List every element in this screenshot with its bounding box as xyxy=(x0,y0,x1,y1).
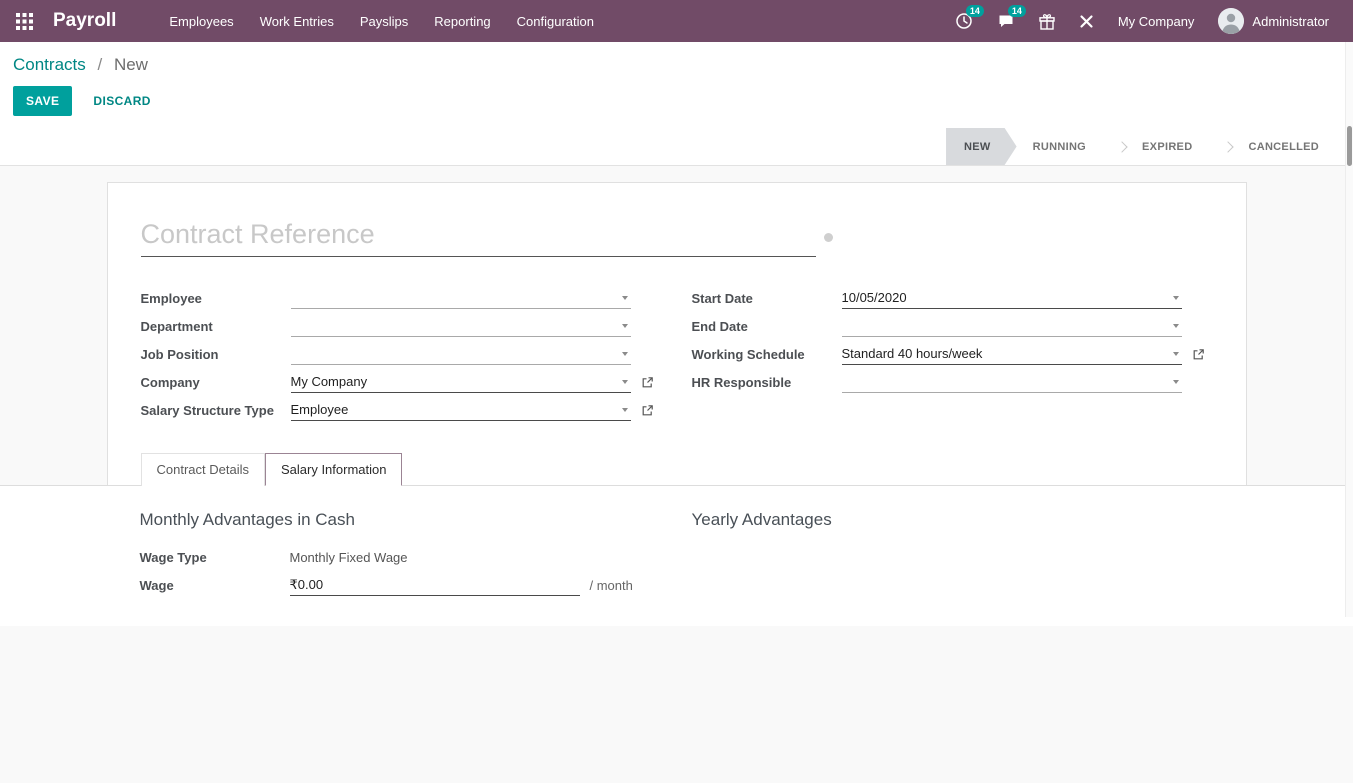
apps-menu-button[interactable] xyxy=(10,7,39,36)
employee-field[interactable] xyxy=(291,287,631,309)
employee-label: Employee xyxy=(141,291,291,306)
main-menu: Employees Work Entries Payslips Reportin… xyxy=(158,2,605,41)
user-menu[interactable]: Administrator xyxy=(1208,0,1339,42)
tab-contract-details[interactable]: Contract Details xyxy=(141,453,265,486)
scrollbar-thumb[interactable] xyxy=(1347,126,1352,166)
app-title[interactable]: Payroll xyxy=(53,10,116,32)
title-row xyxy=(141,217,1213,257)
dropdown-caret-icon xyxy=(622,352,628,356)
activities-badge: 14 xyxy=(966,5,984,17)
gift-icon xyxy=(1039,13,1055,30)
top-navbar: Payroll Employees Work Entries Payslips … xyxy=(0,0,1353,42)
rewards-button[interactable] xyxy=(1029,5,1065,38)
user-avatar xyxy=(1218,8,1244,34)
wage-input[interactable]: ₹0.00 xyxy=(290,574,580,596)
field-group: Employee Department xyxy=(141,287,1213,427)
status-step-new[interactable]: NEW xyxy=(946,128,1017,165)
end-date-field[interactable] xyxy=(842,315,1182,337)
action-buttons: SAVE DISCARD xyxy=(13,86,1353,116)
control-panel: Contracts / New SAVE DISCARD xyxy=(0,42,1353,116)
messages-button[interactable]: 14 xyxy=(987,4,1025,38)
dropdown-caret-icon xyxy=(622,324,628,328)
dropdown-caret-icon xyxy=(1173,296,1179,300)
status-step-expired[interactable]: EXPIRED xyxy=(1102,128,1208,165)
notebook-tabs: Contract Details Salary Information xyxy=(141,453,1213,485)
vertical-scrollbar[interactable] xyxy=(1345,42,1353,617)
messages-badge: 14 xyxy=(1008,5,1026,17)
discard-button[interactable]: DISCARD xyxy=(80,86,163,116)
working-schedule-value: Standard 40 hours/week xyxy=(842,346,983,361)
salary-information-panel: Monthly Advantages in Cash Wage Type Mon… xyxy=(0,486,1353,626)
dropdown-caret-icon xyxy=(622,296,628,300)
wage-suffix: / month xyxy=(590,578,633,593)
menu-employees[interactable]: Employees xyxy=(158,2,244,41)
tab-salary-information[interactable]: Salary Information xyxy=(265,453,403,486)
tools-button[interactable] xyxy=(1069,6,1104,37)
menu-reporting[interactable]: Reporting xyxy=(423,2,501,41)
status-step-running[interactable]: RUNNING xyxy=(1017,128,1102,165)
tools-icon xyxy=(1079,14,1094,29)
salary-structure-type-value: Employee xyxy=(291,402,349,417)
menu-work-entries[interactable]: Work Entries xyxy=(249,2,345,41)
wage-type-label: Wage Type xyxy=(140,550,290,565)
external-link-icon[interactable] xyxy=(641,376,654,389)
hr-responsible-field[interactable] xyxy=(842,371,1182,393)
monthly-advantages-section: Monthly Advantages in Cash Wage Type Mon… xyxy=(140,510,662,602)
yearly-advantages-heading: Yearly Advantages xyxy=(692,510,1214,530)
contract-form-sheet: Employee Department xyxy=(107,182,1247,485)
person-icon xyxy=(1218,8,1244,34)
company-label: Company xyxy=(141,375,291,390)
dropdown-caret-icon xyxy=(1173,324,1179,328)
working-schedule-field[interactable]: Standard 40 hours/week xyxy=(842,343,1182,365)
right-column: Start Date 10/05/2020 End Date xyxy=(692,287,1213,427)
dropdown-caret-icon xyxy=(622,380,628,384)
job-position-label: Job Position xyxy=(141,347,291,362)
wage-value: ₹0.00 xyxy=(290,577,324,593)
breadcrumb-separator: / xyxy=(97,55,102,74)
working-schedule-label: Working Schedule xyxy=(692,347,842,362)
department-label: Department xyxy=(141,319,291,334)
apps-grid-icon xyxy=(16,13,33,30)
menu-payslips[interactable]: Payslips xyxy=(349,2,419,41)
status-dot xyxy=(824,233,833,242)
wage-type-value: Monthly Fixed Wage xyxy=(290,550,408,565)
sheet-zone: Employee Department xyxy=(0,166,1353,486)
status-step-cancelled[interactable]: CANCELLED xyxy=(1208,128,1335,165)
dropdown-caret-icon xyxy=(1173,352,1179,356)
external-link-icon[interactable] xyxy=(641,404,654,417)
company-field[interactable]: My Company xyxy=(291,371,631,393)
save-button[interactable]: SAVE xyxy=(13,86,72,116)
yearly-advantages-section: Yearly Advantages xyxy=(692,510,1214,602)
start-date-value: 10/05/2020 xyxy=(842,290,907,305)
left-column: Employee Department xyxy=(141,287,662,427)
breadcrumb: Contracts / New xyxy=(13,55,1353,75)
contract-reference-input[interactable] xyxy=(141,217,816,257)
start-date-label: Start Date xyxy=(692,291,842,306)
dropdown-caret-icon xyxy=(622,408,628,412)
activities-button[interactable]: 14 xyxy=(945,4,983,38)
statusbar: NEW RUNNING EXPIRED CANCELLED xyxy=(0,128,1353,166)
systray: 14 14 My Company xyxy=(945,0,1339,42)
dropdown-caret-icon xyxy=(1173,380,1179,384)
end-date-label: End Date xyxy=(692,319,842,334)
user-name: Administrator xyxy=(1252,14,1329,29)
monthly-advantages-heading: Monthly Advantages in Cash xyxy=(140,510,662,530)
job-position-field[interactable] xyxy=(291,343,631,365)
breadcrumb-current: New xyxy=(114,55,148,74)
salary-structure-type-label: Salary Structure Type xyxy=(141,403,291,418)
breadcrumb-contracts-link[interactable]: Contracts xyxy=(13,55,86,74)
company-value: My Company xyxy=(291,374,368,389)
salary-structure-type-field[interactable]: Employee xyxy=(291,399,631,421)
company-switcher[interactable]: My Company xyxy=(1108,6,1205,37)
external-link-icon[interactable] xyxy=(1192,348,1205,361)
department-field[interactable] xyxy=(291,315,631,337)
wage-label: Wage xyxy=(140,578,290,593)
start-date-field[interactable]: 10/05/2020 xyxy=(842,287,1182,309)
hr-responsible-label: HR Responsible xyxy=(692,375,842,390)
content-area: Employee Department xyxy=(0,166,1353,783)
menu-configuration[interactable]: Configuration xyxy=(506,2,605,41)
